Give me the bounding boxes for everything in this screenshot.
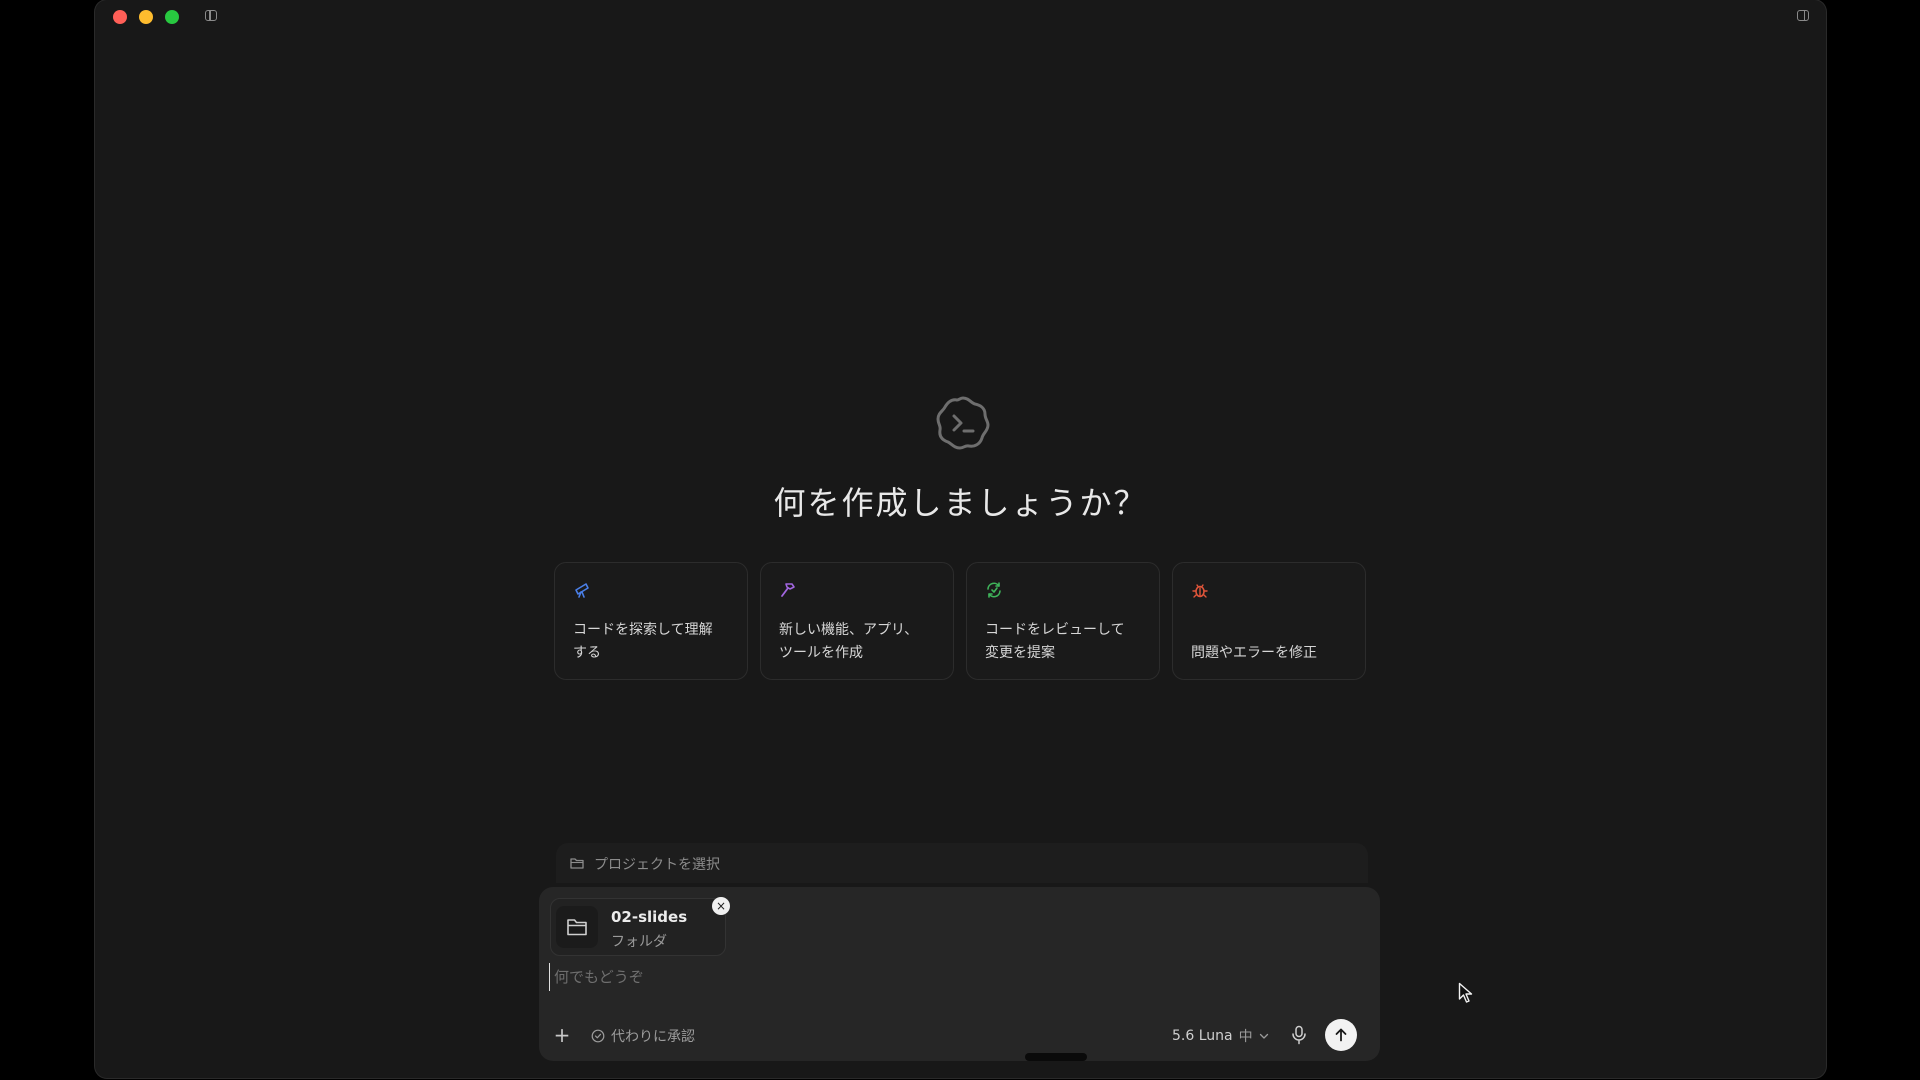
title-bar [95,0,1826,34]
app-window: 何を作成しましょうか？ コードを探索して理解 する 新しい機能、アプリ、 ツール… [95,0,1826,1078]
send-button[interactable] [1325,1019,1357,1051]
zoom-window-button[interactable] [165,10,179,24]
add-context-button[interactable]: + [553,1025,571,1045]
suggestion-card-label: 新しい機能、アプリ、 ツールを作成 [779,622,919,661]
model-effort: 中 [1238,1029,1253,1045]
mouse-pointer-icon [1458,982,1473,1003]
model-name: 5.6 Luna [1172,1028,1233,1044]
suggestion-card-review[interactable]: コードをレビューして 変更を提案 [966,562,1160,680]
auto-approve-toggle[interactable]: 代わりに承認 [591,1026,695,1046]
folder-icon [567,919,587,936]
arrow-up-icon [1335,1028,1347,1042]
suggestion-card-label: コードをレビューして 変更を提案 [985,622,1125,661]
hammer-icon [781,583,795,597]
model-select[interactable]: 5.6 Luna 中 [1172,1026,1269,1046]
attachment-name: 02-slides [611,908,688,926]
auto-approve-label: 代わりに承認 [611,1029,695,1045]
home-indicator [1025,1053,1087,1061]
composer: 02-slides フォルダ × + 代わりに承認 5.6 Luna 中 [539,887,1380,1061]
suggestion-card-label: コードを探索して理解 する [573,622,713,661]
suggestion-card-explore[interactable]: コードを探索して理解 する [554,562,748,680]
project-select-button[interactable]: プロジェクトを選択 [556,843,1368,883]
suggestion-card-fix[interactable]: 問題やエラーを修正 [1172,562,1366,680]
suggestion-card-label: 問題やエラーを修正 [1191,645,1317,661]
review-cycle-icon [987,582,1001,598]
app-logo-icon [936,396,990,450]
attachment-icon-wrap [556,906,598,948]
telescope-icon [575,583,589,598]
remove-attachment-button[interactable]: × [712,897,730,915]
prompt-input[interactable] [549,963,1356,991]
microphone-icon[interactable] [1290,1025,1308,1045]
toggle-panel-icon[interactable] [1797,10,1809,21]
chevron-down-icon [1259,1033,1268,1039]
attachment-chip[interactable]: 02-slides フォルダ [550,898,726,956]
folder-icon [570,858,584,869]
attachment-type: フォルダ [611,934,667,950]
bug-icon [1192,584,1208,598]
minimize-window-button[interactable] [139,10,153,24]
close-window-button[interactable] [113,10,127,24]
suggestion-cards: コードを探索して理解 する 新しい機能、アプリ、 ツールを作成 コードをレビュー… [554,562,1370,680]
suggestion-card-build[interactable]: 新しい機能、アプリ、 ツールを作成 [760,562,954,680]
toggle-sidebar-icon[interactable] [205,10,217,21]
shield-icon [591,1029,605,1043]
page-title: 何を作成しましょうか？ [773,484,1148,522]
project-select-label: プロジェクトを選択 [594,857,720,873]
